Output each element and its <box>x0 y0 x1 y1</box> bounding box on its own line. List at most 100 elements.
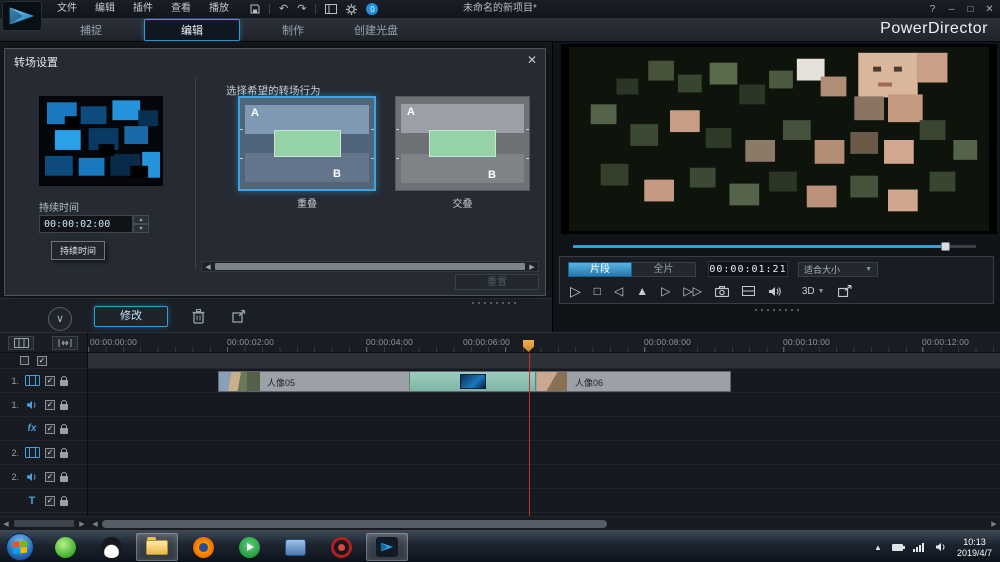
snapshot-button[interactable] <box>715 286 729 297</box>
delete-clip-button[interactable] <box>192 309 205 324</box>
reset-button[interactable]: 重置 <box>455 274 539 290</box>
duration-input[interactable] <box>39 215 133 233</box>
timeline-ruler[interactable]: 00:00:00:00 00:00:02:00 00:00:04:00 00:0… <box>88 333 1000 353</box>
video-clip-group[interactable]: 人像05 人像06 <box>218 371 731 392</box>
scrollbar-thumb[interactable] <box>14 520 74 527</box>
maximize-button[interactable]: □ <box>965 4 976 15</box>
tab-capture[interactable]: 捕捉 <box>72 20 110 40</box>
export-clip-button[interactable] <box>232 309 246 323</box>
track-header-audio2[interactable]: 2. ✓ <box>0 465 87 489</box>
taskbar-clock[interactable]: 10:13 2019/4/7 <box>957 536 992 559</box>
menu-file[interactable]: 文件 <box>48 0 86 18</box>
track-manager-button[interactable] <box>8 336 34 350</box>
scrollbar-thumb[interactable] <box>215 263 525 270</box>
spinner-down-icon[interactable]: ▾ <box>133 224 149 233</box>
timeline-scrollbar[interactable]: ◀ ▶ <box>88 516 1000 530</box>
scroll-right-icon[interactable]: ▶ <box>76 520 88 528</box>
collapse-library-button[interactable]: ∨ <box>48 307 72 331</box>
taskbar-powerdirector[interactable] <box>366 533 408 561</box>
viewer-zoom-dropdown[interactable]: 适合大小 ▼ <box>798 262 878 277</box>
taskbar-qq[interactable] <box>90 533 132 561</box>
minimize-button[interactable]: ‒ <box>946 4 957 15</box>
track-lane-audio1[interactable] <box>88 393 1000 417</box>
movie-mode-button[interactable]: 全片 <box>632 262 696 277</box>
scrollbar-thumb[interactable] <box>102 520 607 528</box>
preview-quality-button[interactable] <box>742 286 755 296</box>
track-lane-audio2[interactable] <box>88 465 1000 489</box>
track-header-video1[interactable]: 1. ✓ <box>0 369 87 393</box>
clip-mode-button[interactable]: 片段 <box>568 262 632 277</box>
menu-plugins[interactable]: 插件 <box>124 0 162 18</box>
taskbar-media-app[interactable] <box>228 533 270 561</box>
lock-icon[interactable] <box>60 452 68 458</box>
transition-option-cross[interactable]: A B <box>395 96 530 191</box>
track-select-box[interactable] <box>20 356 29 365</box>
track-header-audio1[interactable]: 1. ✓ <box>0 393 87 417</box>
volume-button[interactable] <box>768 286 781 297</box>
fast-forward-button[interactable]: ▷▷ <box>683 281 701 301</box>
tab-produce[interactable]: 制作 <box>274 20 312 40</box>
volume-tray-icon[interactable] <box>935 542 947 552</box>
layout-panel-icon[interactable] <box>325 4 337 14</box>
track-enable-checkbox[interactable]: ✓ <box>45 424 55 434</box>
dialog-close-icon[interactable]: ✕ <box>527 53 537 67</box>
track-header-video2[interactable]: 2. ✓ <box>0 441 87 465</box>
header-scrollbar[interactable]: ◀ ▶ <box>0 516 88 530</box>
fullscreen-button[interactable] <box>838 285 852 297</box>
menu-edit[interactable]: 编辑 <box>86 0 124 18</box>
previous-frame-button[interactable]: ◁ <box>614 281 623 301</box>
scroll-right-icon[interactable]: ▶ <box>988 520 1000 528</box>
dialog-scrollbar[interactable]: ◀ ▶ <box>201 261 539 272</box>
marker-button[interactable]: ▲ <box>636 281 648 301</box>
save-icon[interactable] <box>250 4 260 14</box>
lock-icon[interactable] <box>60 380 68 386</box>
taskbar-recorder[interactable] <box>320 533 362 561</box>
preview-splitter-handle[interactable] <box>753 308 799 312</box>
lock-icon[interactable] <box>60 476 68 482</box>
track-header-title[interactable]: T ✓ <box>0 489 87 513</box>
seek-knob[interactable] <box>941 242 950 251</box>
menu-view[interactable]: 查看 <box>162 0 200 18</box>
track-enable-checkbox[interactable]: ✓ <box>45 448 55 458</box>
scroll-right-icon[interactable]: ▶ <box>526 263 538 271</box>
modify-button[interactable]: 修改 <box>94 306 168 327</box>
transition-segment[interactable] <box>409 372 536 391</box>
track-lane-title[interactable] <box>88 489 1000 513</box>
track-enable-checkbox[interactable]: ✓ <box>45 496 55 506</box>
track-lane-fx[interactable] <box>88 417 1000 441</box>
lock-icon[interactable] <box>60 428 68 434</box>
taskbar-browser-360[interactable] <box>44 533 86 561</box>
battery-icon[interactable] <box>892 544 903 551</box>
track-enable-checkbox[interactable]: ✓ <box>45 472 55 482</box>
network-icon[interactable] <box>913 542 925 552</box>
fit-timeline-button[interactable] <box>52 336 78 350</box>
redo-icon[interactable]: ↷ <box>297 0 306 18</box>
undo-icon[interactable]: ↶ <box>279 0 288 18</box>
track-lane-video2[interactable] <box>88 441 1000 465</box>
tray-expand-icon[interactable]: ▲ <box>874 543 882 552</box>
menu-play[interactable]: 播放 <box>200 0 238 18</box>
timeline-tracks-area[interactable]: 人像05 人像06 <box>88 353 1000 516</box>
start-button[interactable] <box>6 533 34 561</box>
scroll-left-icon[interactable]: ◀ <box>0 520 12 528</box>
next-frame-button[interactable]: ▷ <box>661 281 670 301</box>
track-select-checkbox[interactable]: ✓ <box>37 356 47 366</box>
3d-mode-dropdown[interactable]: 3D ▼ <box>802 286 825 297</box>
tab-create-disc[interactable]: 创建光盘 <box>346 20 406 40</box>
panel-splitter-handle[interactable] <box>470 301 518 305</box>
play-button[interactable]: ▷ <box>570 281 581 301</box>
close-button[interactable]: ✕ <box>984 4 995 15</box>
track-enable-checkbox[interactable]: ✓ <box>45 400 55 410</box>
lock-icon[interactable] <box>60 500 68 506</box>
taskbar-explorer[interactable] <box>136 533 178 561</box>
tab-edit[interactable]: 编辑 <box>144 19 240 41</box>
track-enable-checkbox[interactable]: ✓ <box>45 376 55 386</box>
preview-seek-slider[interactable] <box>573 242 976 251</box>
track-header-fx[interactable]: fx ✓ <box>0 417 87 441</box>
spinner-up-icon[interactable]: ▴ <box>133 215 149 224</box>
stop-button[interactable]: □ <box>594 281 601 301</box>
help-button[interactable]: ? <box>927 4 938 15</box>
taskbar-firefox[interactable] <box>182 533 224 561</box>
scroll-left-icon[interactable]: ◀ <box>202 263 214 271</box>
transition-option-overlap[interactable]: A B <box>238 96 376 191</box>
